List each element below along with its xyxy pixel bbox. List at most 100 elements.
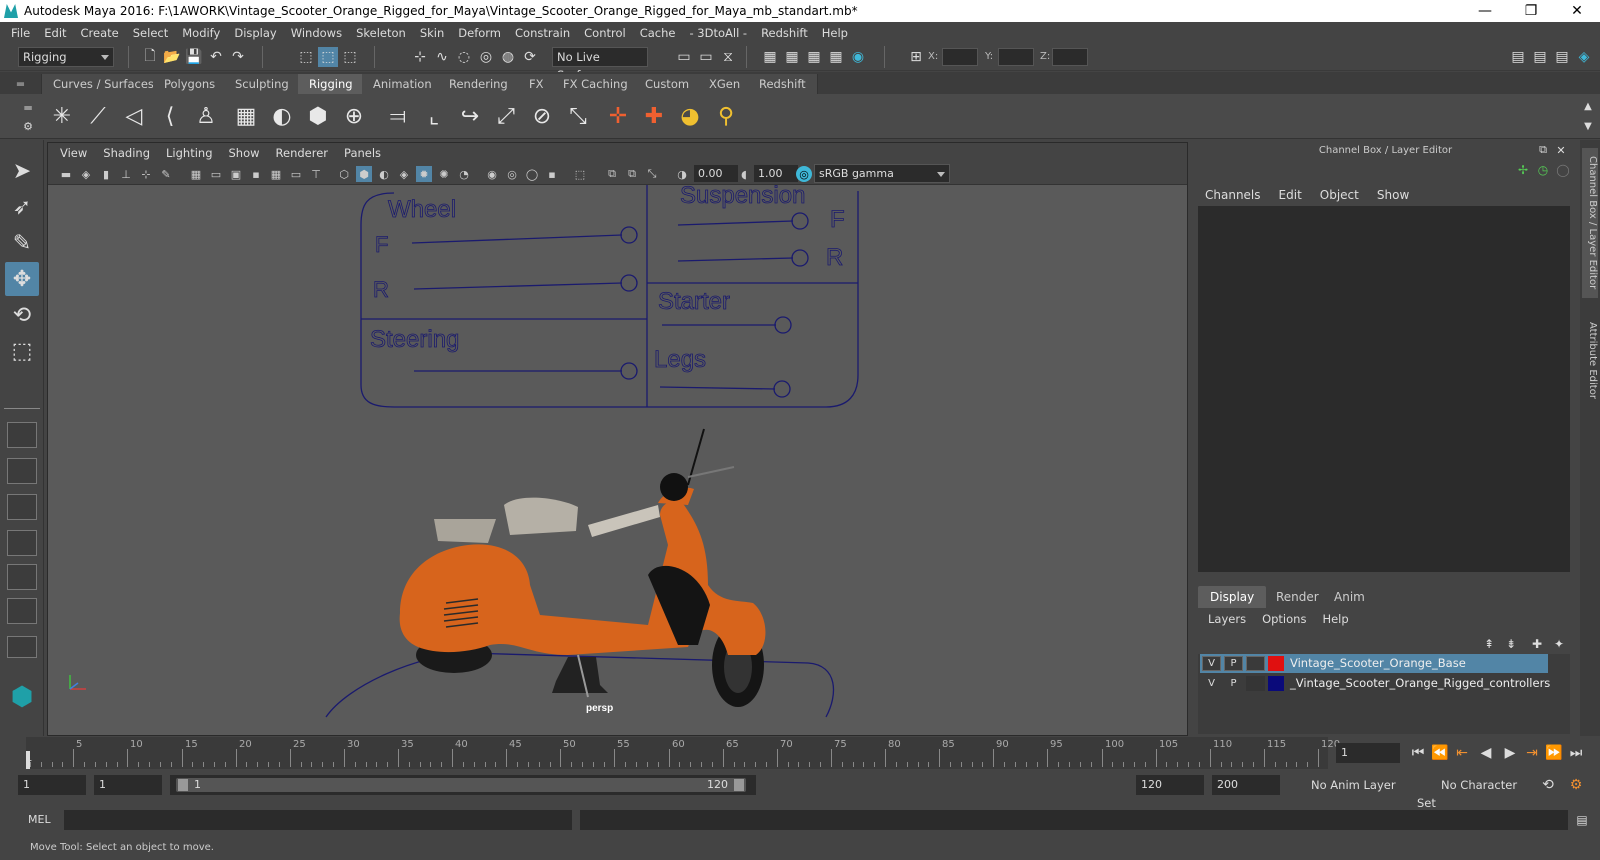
layer-display-type[interactable] [1246,656,1265,671]
vp-menu-panels[interactable]: Panels [336,146,389,160]
gamma-icon[interactable]: ◖ [736,166,752,182]
menu-control[interactable]: Control [577,26,633,40]
end-time-field[interactable]: 200 [1212,775,1280,795]
legs-knob[interactable] [773,380,791,398]
point-constraint-icon[interactable]: ⌞ [420,102,448,130]
render-view-icon[interactable]: ▦ [760,47,780,67]
snap-surface-icon[interactable]: ◍ [498,47,518,67]
joint-tool-icon[interactable]: ⟋ [84,102,112,130]
step-forward-frame-icon[interactable]: ⇥ [1524,745,1540,761]
save-scene-icon[interactable]: 💾 [184,47,204,67]
tab-render[interactable]: Render [1264,586,1331,608]
smooth-shade-icon[interactable]: ⬢ [356,166,372,182]
select-camera-icon[interactable]: ▬ [58,166,74,182]
bind-skin-icon[interactable]: ▦ [232,102,260,130]
paint-select-icon[interactable]: ✎ [5,226,39,260]
start-time-field[interactable]: 1 [18,775,86,795]
maximize-button[interactable]: ❐ [1508,0,1554,22]
step-back-key-icon[interactable]: ⏪ [1431,745,1448,761]
step-forward-key-icon[interactable]: ⏩ [1545,745,1562,761]
color-space-dropdown[interactable]: sRGB gamma [814,164,950,183]
wheel-r-knob[interactable] [620,274,638,292]
channel-box-toggle-icon[interactable]: ◈ [1574,47,1594,67]
frame-all-icon[interactable]: ⤡ [644,166,660,182]
tool-settings-toggle-icon[interactable]: ▤ [1552,47,1572,67]
undo-icon[interactable]: ↶ [206,47,226,67]
gamma-field[interactable]: 1.00 [754,165,798,182]
maya-home-icon[interactable]: ⬢ [5,680,39,714]
safe-title-icon[interactable]: ⊤ [308,166,324,182]
new-scene-icon[interactable]: 🗋 [140,47,160,67]
render-settings-icon[interactable]: ▦ [826,47,846,67]
minimize-button[interactable]: — [1462,0,1508,22]
cb-menu-edit[interactable]: Edit [1279,188,1302,202]
locator-icon[interactable]: ✳ [48,102,76,130]
hypershade-icon[interactable]: ◉ [848,47,868,67]
shelf-tab-rendering[interactable]: Rendering [438,74,520,94]
range-slider-bar[interactable]: 1 120 [176,778,746,792]
step-back-frame-icon[interactable]: ⇤ [1454,745,1470,761]
play-forward-icon[interactable]: ▶ [1502,745,1518,761]
image-plane-icon[interactable]: ⊥ [118,166,134,182]
lights-icon[interactable]: ✹ [416,166,432,182]
shadows-icon[interactable]: ✺ [436,166,452,182]
layer-menu-options[interactable]: Options [1262,612,1306,626]
snap-point-icon[interactable]: ◌ [454,47,474,67]
wireframe-icon[interactable]: ⬡ [336,166,352,182]
two-pane-layout-icon[interactable] [7,494,37,520]
menu-file[interactable]: File [4,26,37,40]
move-layer-up-icon[interactable]: ⇞ [1479,634,1499,654]
shelf-tab-xgen[interactable]: XGen [698,74,753,94]
close-button[interactable]: ✕ [1554,0,1600,22]
vp-menu-renderer[interactable]: Renderer [268,146,337,160]
aim-constraint-icon[interactable]: ↪ [456,102,484,130]
select-component-icon[interactable]: ⬚ [340,47,360,67]
vp-menu-shading[interactable]: Shading [95,146,158,160]
starter-knob[interactable] [774,316,792,334]
layout-options-icon[interactable] [7,636,37,658]
vp-menu-view[interactable]: View [52,146,95,160]
cb-menu-channels[interactable]: Channels [1205,188,1261,202]
preferences-icon[interactable]: ⚙ [1566,775,1586,795]
ipr-render-icon[interactable]: ▦ [804,47,824,67]
ik-handle-icon[interactable]: ⟨ [156,102,184,130]
susp-f-slider[interactable] [677,220,794,226]
script-tool-2-icon[interactable]: ⚲ [712,102,740,130]
shelf-settings-icon[interactable]: ⚙ [18,116,38,136]
shelf-tab-sculpting[interactable]: Sculpting [224,74,301,94]
wireframe-on-shaded-icon[interactable]: ◐ [376,166,392,182]
twod-pan-icon[interactable]: ⊹ [138,166,154,182]
range-end-handle[interactable] [734,779,744,791]
tab-display[interactable]: Display [1198,586,1267,608]
output-ops-icon[interactable]: ▭ [696,47,716,67]
xray-joints-icon[interactable]: ◎ [504,166,520,182]
live-surface-field[interactable]: No Live Surface [552,47,648,82]
menu-help[interactable]: Help [815,26,855,40]
shelf-options-icon[interactable]: ═ [18,98,38,118]
wheel-r-slider[interactable] [413,282,623,290]
layer-menu-layers[interactable]: Layers [1208,612,1246,626]
scale-tool-icon[interactable]: ⬚ [5,334,39,368]
close-panel-icon[interactable]: ✕ [1551,140,1571,160]
shelf-tab-rigging[interactable]: Rigging [298,74,365,94]
field-chart-icon[interactable]: ▦ [268,166,284,182]
hypershade-layout-icon[interactable] [7,598,37,624]
float-panel-icon[interactable]: ⧉ [1533,140,1553,160]
cb-menu-object[interactable]: Object [1320,188,1359,202]
susp-f-knob[interactable] [791,212,809,230]
susp-r-knob[interactable] [791,249,809,267]
wheel-f-slider[interactable] [411,234,623,244]
range-start-handle[interactable] [178,779,188,791]
smooth-bind-icon[interactable]: ◐ [268,102,296,130]
layer-menu-help[interactable]: Help [1322,612,1348,626]
go-to-end-icon[interactable]: ⏭ [1568,745,1584,761]
layer-visibility-toggle[interactable]: V [1202,676,1221,691]
x-field[interactable] [942,48,978,66]
mirror-joint-icon[interactable]: ◁ [120,102,148,130]
custom-tool-2-icon[interactable]: ✚ [640,102,668,130]
move-layer-down-icon[interactable]: ⇟ [1501,634,1521,654]
playback-end-field[interactable]: 120 [1136,775,1204,795]
modeling-toolkit-icon[interactable]: ▤ [1508,47,1528,67]
tab-anim[interactable]: Anim [1322,586,1377,608]
options-icon[interactable]: ◯ [1553,160,1573,180]
